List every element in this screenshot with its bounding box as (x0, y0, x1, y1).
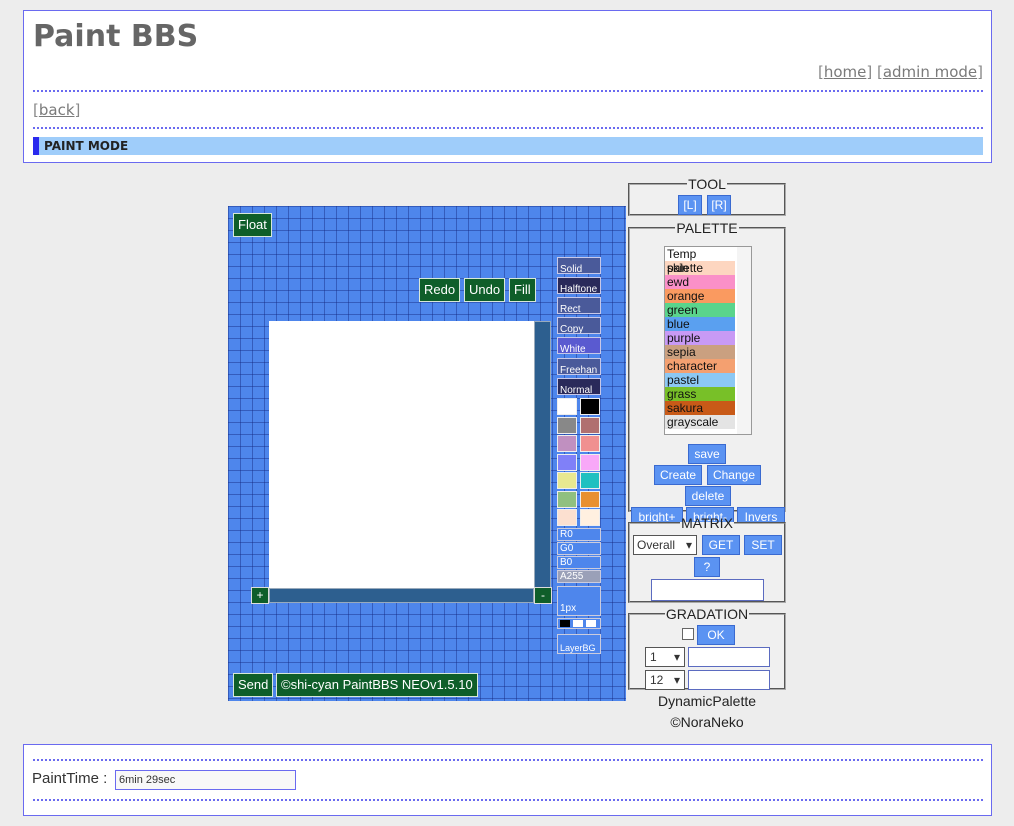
credit-dynamic-palette: DynamicPalette (657, 693, 757, 709)
blue-value[interactable]: B0 (557, 556, 601, 569)
admin-mode-link[interactable]: admin mode (883, 63, 977, 81)
gradation-color-2[interactable] (688, 670, 770, 690)
color-swatch[interactable] (580, 435, 600, 452)
tool-left-button[interactable]: [L] (678, 195, 702, 215)
gradation-color-1[interactable] (688, 647, 770, 667)
chevron-down-icon: ▾ (673, 650, 680, 664)
pen-solid[interactable]: Solid (557, 257, 601, 274)
help-button[interactable]: ? (694, 557, 720, 577)
color-swatch[interactable] (580, 453, 600, 471)
mask-swatches[interactable] (557, 618, 601, 629)
paint-applet: Float Redo Undo Fill + - Solid Halftone … (228, 206, 626, 701)
tool-legend: TOOL (688, 176, 726, 192)
create-button[interactable]: Create (654, 465, 702, 485)
top-links: [home] [admin mode] (817, 63, 983, 81)
palette-item[interactable]: ewd (665, 275, 735, 289)
gradation-select-1[interactable]: 1 ▾ (645, 647, 685, 667)
home-link[interactable]: home (824, 63, 867, 81)
color-swatch[interactable] (580, 490, 600, 508)
undo-button[interactable]: Undo (464, 278, 506, 302)
header-panel: Paint BBS [home] [admin mode] [back] PAI… (23, 10, 992, 163)
palette-item[interactable]: orange (665, 289, 735, 303)
chevron-down-icon: ▾ (673, 673, 680, 687)
get-button[interactable]: GET (702, 535, 740, 555)
palette-item[interactable]: sepia (665, 345, 735, 359)
chevron-down-icon: ▾ (685, 538, 692, 552)
pen-copy[interactable]: Copy (557, 317, 601, 334)
color-swatch[interactable] (557, 435, 577, 452)
palette-item[interactable]: character (665, 359, 735, 373)
color-swatch[interactable] (580, 416, 600, 434)
color-swatch[interactable] (557, 490, 577, 508)
palette-item[interactable]: grass (665, 387, 735, 401)
layer-button[interactable]: LayerBG (557, 634, 601, 654)
color-swatch[interactable] (580, 472, 600, 489)
redo-button[interactable]: Redo (419, 278, 461, 302)
pen-rect[interactable]: Rect (557, 297, 601, 314)
color-swatch[interactable] (557, 453, 577, 471)
color-swatch[interactable] (580, 398, 600, 415)
palette-list[interactable]: Temp paletteskinewdorangegreenbluepurple… (664, 246, 752, 435)
matrix-legend: MATRIX (681, 515, 733, 531)
painttime-value: 6min 29sec (115, 770, 296, 790)
pen-normal[interactable]: Normal (557, 378, 601, 395)
palette-item[interactable]: Temp palette (665, 247, 735, 275)
zoom-in-button[interactable]: + (251, 587, 269, 604)
matrix-panel: MATRIX Overall ▾ GET SET ? (628, 515, 786, 603)
pen-white[interactable]: White (557, 337, 601, 354)
palette-item[interactable]: sakura (665, 401, 735, 415)
page-title: Paint BBS (33, 19, 199, 54)
color-swatch[interactable] (557, 398, 577, 415)
green-value[interactable]: G0 (557, 542, 601, 555)
zoom-out-button[interactable]: - (534, 587, 552, 604)
color-swatch[interactable] (580, 509, 600, 526)
divider (33, 127, 983, 129)
palette-item[interactable]: grayscale (665, 415, 735, 429)
color-swatch[interactable] (557, 509, 577, 526)
footer-panel: PaintTime : 6min 29sec (23, 744, 992, 816)
divider (33, 759, 983, 761)
palette-item[interactable]: purple (665, 331, 735, 345)
horizontal-scrollbar[interactable] (269, 588, 534, 603)
divider (33, 90, 983, 92)
send-button[interactable]: Send (233, 673, 274, 697)
save-button[interactable]: save (688, 444, 726, 464)
float-button[interactable]: Float (233, 213, 272, 237)
matrix-text[interactable] (651, 579, 764, 601)
color-swatch[interactable] (557, 472, 577, 489)
copyright-label: ©shi-cyan PaintBBS NEOv1.5.10 (276, 673, 478, 697)
gradation-legend: GRADATION (665, 606, 749, 622)
painttime-label: PaintTime : (32, 770, 108, 787)
gradation-select-2[interactable]: 12 ▾ (645, 670, 685, 690)
alpha-value[interactable]: A255 (557, 570, 601, 583)
color-swatch[interactable] (557, 416, 577, 434)
credit-noraneko: ©NoraNeko (670, 714, 744, 730)
tool-right-button[interactable]: [R] (707, 195, 731, 215)
change-button[interactable]: Change (707, 465, 761, 485)
tool-panel: TOOL [L] [R] (628, 176, 786, 216)
mode-banner: PAINT MODE (33, 137, 983, 155)
pen-size[interactable]: 1px (557, 586, 601, 616)
palette-scrollbar[interactable] (737, 247, 751, 434)
divider (33, 799, 983, 801)
fill-button[interactable]: Fill (509, 278, 536, 302)
palette-item[interactable]: blue (665, 317, 735, 331)
palette-item[interactable]: pastel (665, 373, 735, 387)
delete-button[interactable]: delete (685, 486, 731, 506)
palette-legend: PALETTE (676, 220, 738, 236)
gradation-ok-button[interactable]: OK (697, 625, 735, 645)
gradation-panel: GRADATION OK 1 ▾ 12 ▾ (628, 606, 786, 690)
pen-freehand[interactable]: Freehan (557, 358, 601, 375)
matrix-select[interactable]: Overall ▾ (633, 535, 697, 555)
red-value[interactable]: R0 (557, 528, 601, 541)
palette-item[interactable]: green (665, 303, 735, 317)
vertical-scrollbar[interactable] (534, 321, 551, 588)
back-link[interactable]: back (39, 101, 75, 119)
palette-panel: PALETTE Temp paletteskinewdorangegreenbl… (628, 220, 786, 527)
set-button[interactable]: SET (744, 535, 782, 555)
drawing-canvas[interactable] (269, 321, 534, 588)
gradation-checkbox[interactable] (682, 628, 694, 640)
pen-halftone[interactable]: Halftone (557, 277, 601, 294)
